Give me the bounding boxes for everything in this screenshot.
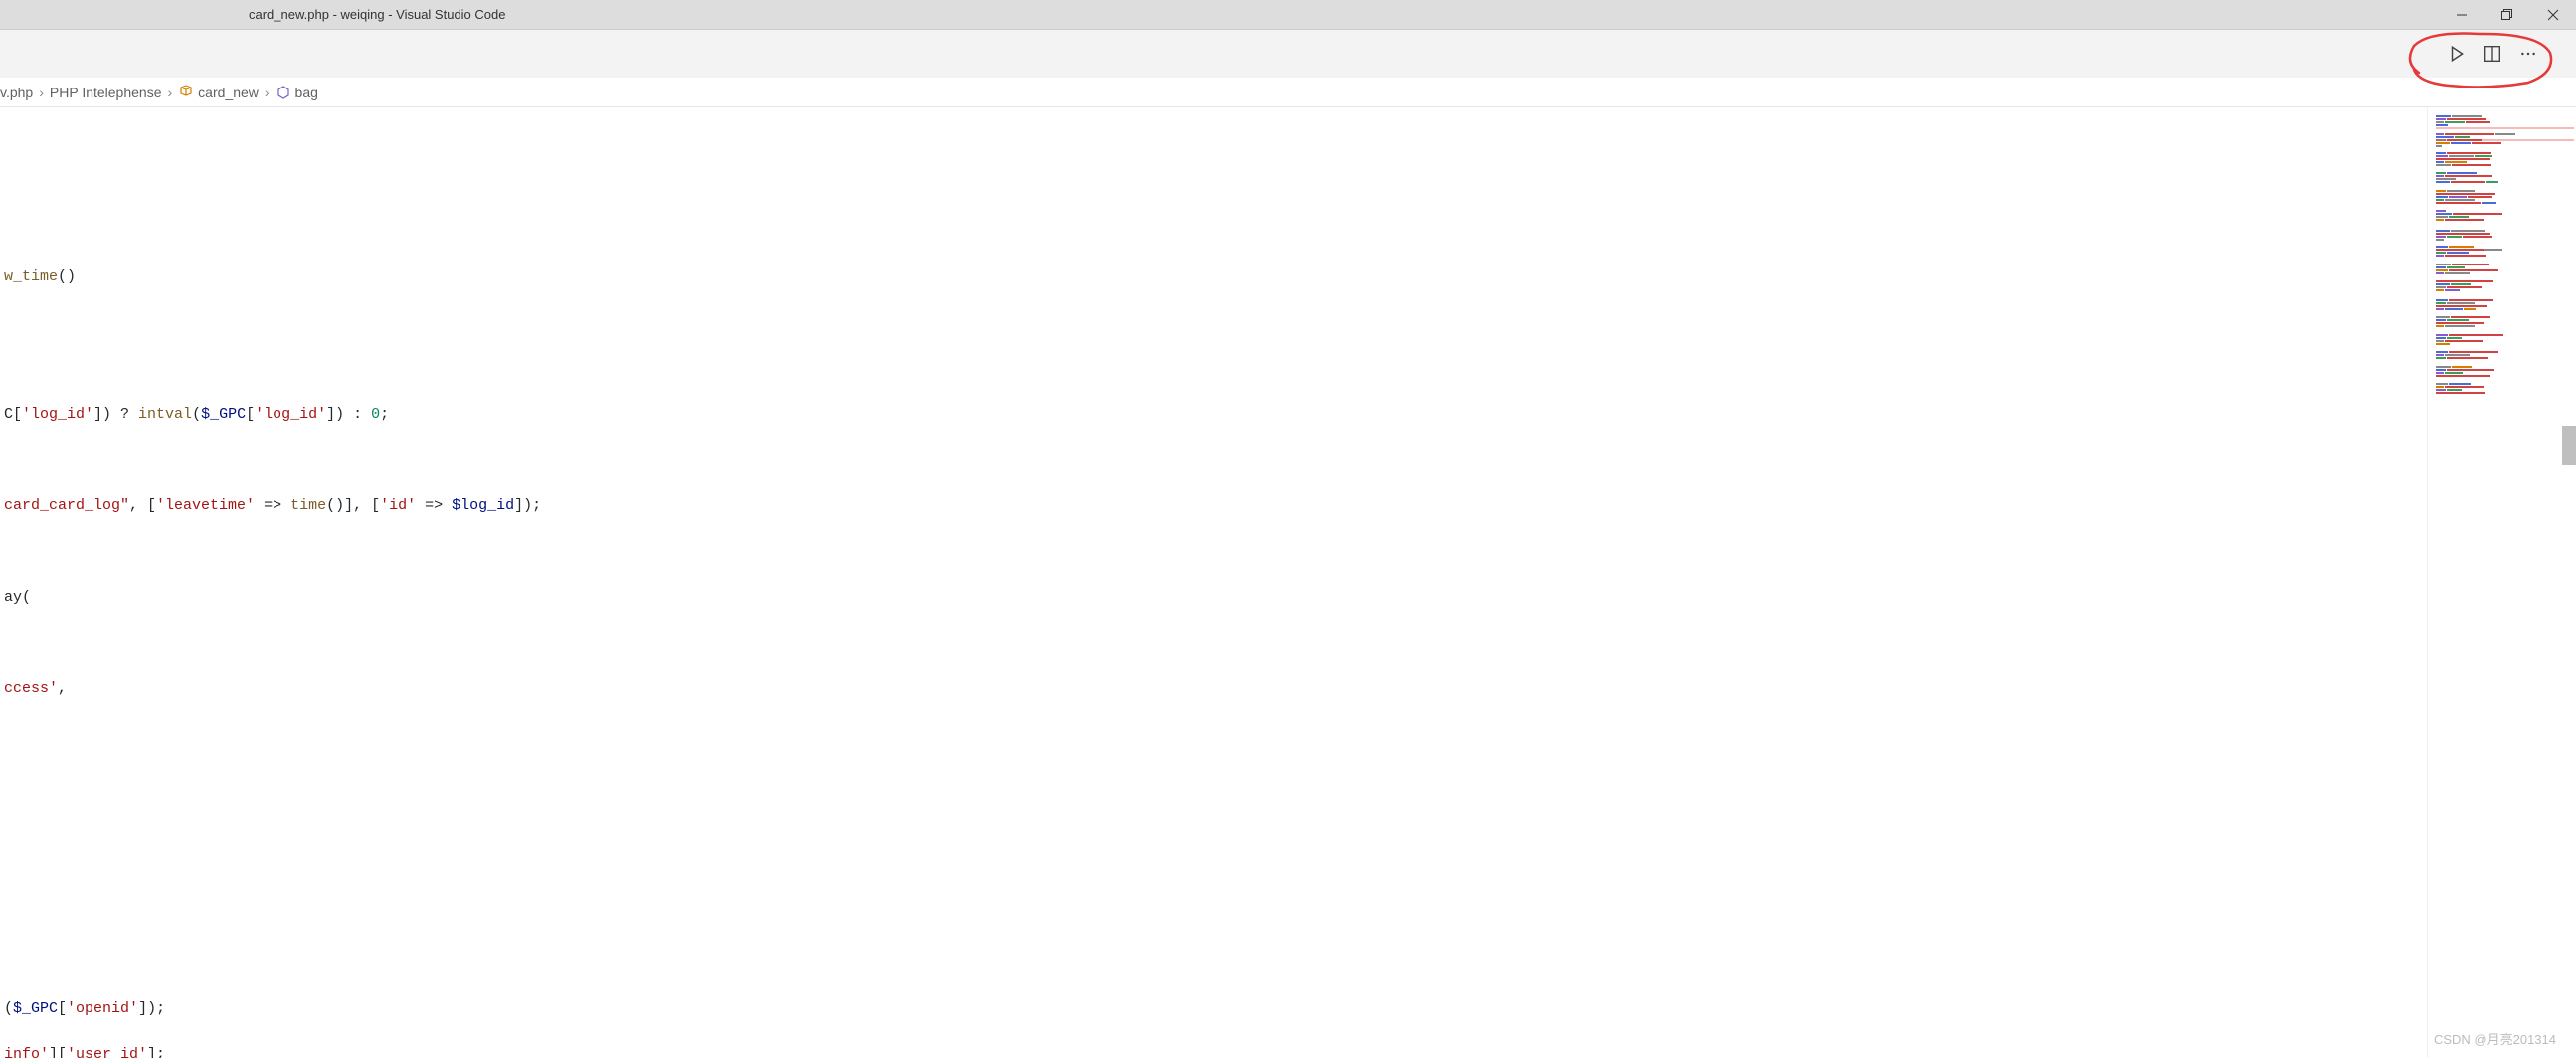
window-title: card_new.php - weiqing - Visual Studio C… bbox=[249, 7, 505, 22]
breadcrumb[interactable]: v.php › PHP Intelephense › card_new › ba… bbox=[0, 78, 2576, 107]
breadcrumb-item-file[interactable]: v.php bbox=[0, 85, 33, 100]
chevron-right-icon: › bbox=[168, 85, 173, 100]
watermark: CSDN @月亮201314 bbox=[2434, 1029, 2556, 1048]
minimap[interactable] bbox=[2427, 107, 2576, 1058]
more-actions-button[interactable] bbox=[2510, 36, 2546, 72]
breadcrumb-label: card_new bbox=[198, 85, 259, 100]
symbol-class-icon bbox=[178, 85, 194, 100]
minimize-button[interactable] bbox=[2439, 0, 2484, 29]
vertical-scrollbar[interactable] bbox=[2562, 107, 2576, 1058]
play-icon bbox=[2448, 45, 2466, 63]
minimap-content bbox=[2436, 107, 2574, 395]
window-controls bbox=[2439, 0, 2576, 29]
close-button[interactable] bbox=[2530, 0, 2576, 29]
minimize-icon bbox=[2456, 9, 2468, 21]
breadcrumb-label: PHP Intelephense bbox=[50, 85, 162, 100]
code-editor[interactable]: w_time() C['log_id']) ? intval($_GPC['lo… bbox=[0, 107, 2427, 1058]
scrollbar-thumb[interactable] bbox=[2562, 426, 2576, 465]
breadcrumb-label: bag bbox=[295, 85, 318, 100]
maximize-icon bbox=[2501, 9, 2513, 21]
symbol-method-icon bbox=[276, 85, 291, 100]
breadcrumb-item-intelephense[interactable]: PHP Intelephense bbox=[50, 85, 162, 100]
chevron-right-icon: › bbox=[265, 85, 270, 100]
breadcrumb-item-method[interactable]: bag bbox=[276, 85, 318, 100]
titlebar: card_new.php - weiqing - Visual Studio C… bbox=[0, 0, 2576, 30]
split-icon bbox=[2484, 45, 2501, 63]
breadcrumb-label: v.php bbox=[0, 85, 33, 100]
split-editor-button[interactable] bbox=[2475, 36, 2510, 72]
breadcrumb-item-class[interactable]: card_new bbox=[178, 85, 259, 100]
ellipsis-icon bbox=[2519, 45, 2537, 63]
run-button[interactable] bbox=[2439, 36, 2475, 72]
close-icon bbox=[2547, 9, 2559, 21]
editor-toolbar bbox=[0, 30, 2576, 78]
maximize-button[interactable] bbox=[2484, 0, 2530, 29]
editor-container: w_time() C['log_id']) ? intval($_GPC['lo… bbox=[0, 107, 2576, 1058]
chevron-right-icon: › bbox=[39, 85, 44, 100]
